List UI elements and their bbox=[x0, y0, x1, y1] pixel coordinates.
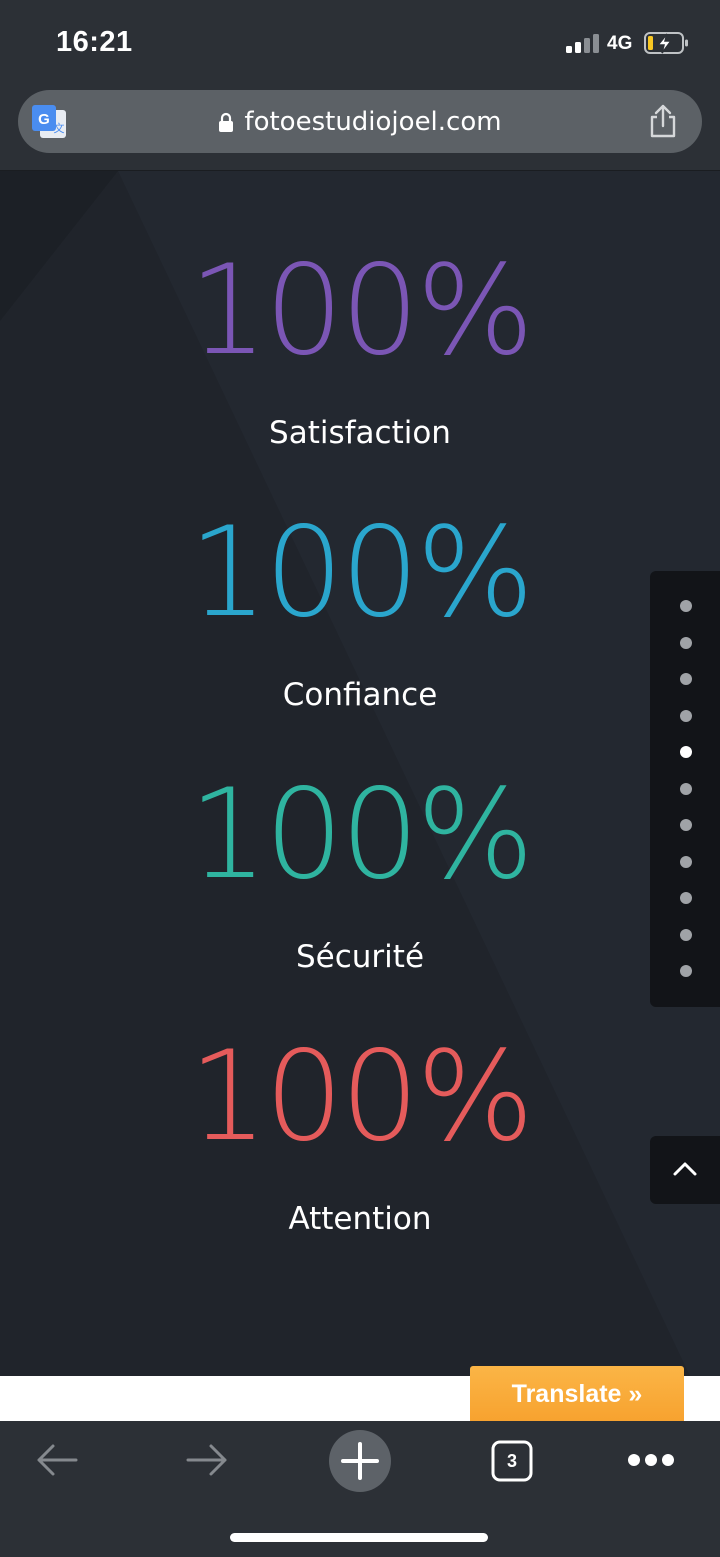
stat-label: Attention bbox=[288, 1201, 432, 1237]
signal-icon bbox=[566, 33, 600, 53]
section-nav-dot[interactable] bbox=[680, 819, 692, 831]
section-nav-dot[interactable] bbox=[680, 709, 692, 722]
lock-icon bbox=[219, 112, 234, 132]
back-arrow-icon[interactable] bbox=[34, 1441, 80, 1479]
section-nav-dot[interactable] bbox=[680, 600, 692, 612]
more-icon[interactable] bbox=[627, 1451, 675, 1469]
section-nav-dot[interactable] bbox=[680, 965, 692, 977]
section-nav-dot[interactable] bbox=[680, 928, 692, 941]
section-nav-dot[interactable] bbox=[680, 892, 692, 904]
section-nav-dot[interactable] bbox=[680, 746, 692, 758]
stat-value: 100% bbox=[188, 501, 535, 645]
stat-satisfaction: 100% Satisfaction bbox=[0, 249, 720, 451]
home-indicator bbox=[230, 1533, 488, 1542]
forward-arrow-icon[interactable] bbox=[184, 1441, 230, 1479]
new-tab-plus-icon[interactable] bbox=[328, 1429, 392, 1493]
stat-label: Sécurité bbox=[295, 939, 425, 975]
clock: 16:21 bbox=[56, 26, 133, 58]
scroll-to-top-button[interactable] bbox=[650, 1136, 720, 1204]
stat-label: Confiance bbox=[282, 677, 438, 713]
stat-value: 100% bbox=[188, 239, 535, 383]
translate-button[interactable]: Translate » bbox=[470, 1366, 684, 1422]
stat-securite: 100% Sécurité bbox=[0, 773, 720, 975]
stat-attention: 100% Attention bbox=[0, 1035, 720, 1237]
address-bar[interactable]: G 文 fotoestudiojoel.com bbox=[18, 90, 702, 153]
stat-value: 100% bbox=[188, 1025, 535, 1169]
battery-charging-icon bbox=[644, 32, 688, 54]
section-nav-dot[interactable] bbox=[680, 782, 692, 795]
stats-section: 100% Satisfaction 100% Confiance 100% Sé… bbox=[0, 171, 720, 1376]
tab-count: 3 bbox=[506, 1450, 517, 1471]
status-bar: 16:21 4G bbox=[0, 0, 720, 86]
stat-confiance: 100% Confiance bbox=[0, 511, 720, 713]
share-icon[interactable] bbox=[648, 104, 678, 138]
section-nav-dot[interactable] bbox=[680, 636, 692, 649]
section-nav-dot[interactable] bbox=[680, 673, 692, 685]
stat-value: 100% bbox=[188, 763, 535, 907]
tabs-icon[interactable]: 3 bbox=[491, 1440, 533, 1482]
section-nav-dots bbox=[650, 571, 720, 1007]
url-text[interactable]: fotoestudiojoel.com bbox=[244, 107, 501, 137]
stat-label: Satisfaction bbox=[269, 415, 451, 451]
section-nav-dot[interactable] bbox=[680, 855, 692, 868]
network-type: 4G bbox=[607, 33, 633, 54]
chevron-up-icon bbox=[673, 1162, 697, 1176]
